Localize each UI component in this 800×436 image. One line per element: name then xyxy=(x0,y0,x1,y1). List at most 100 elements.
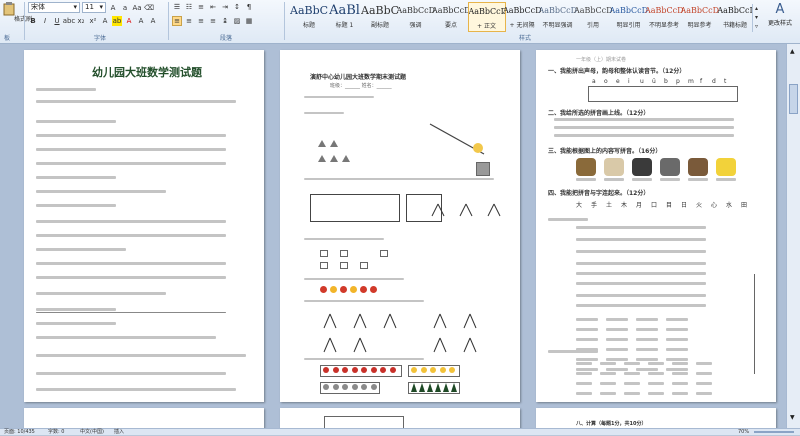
style-5[interactable]: AaBbCcD + 正文 xyxy=(467,2,506,32)
text-line xyxy=(576,226,706,229)
text-line xyxy=(36,88,96,91)
answer-box xyxy=(320,262,328,269)
char-border-icon[interactable]: A xyxy=(148,16,158,26)
text-line xyxy=(648,372,664,375)
vertical-scrollbar[interactable]: ▲ ▼ xyxy=(786,44,800,428)
style-8[interactable]: AaBbCcDc 引用 xyxy=(574,2,612,32)
text-line xyxy=(576,262,706,265)
style-4[interactable]: AaBbCcD 要点 xyxy=(432,2,470,32)
page-3-section-3: 三、我能根据图上的内容写拼音。（16分） xyxy=(548,148,662,155)
clipboard-group-label: 板 xyxy=(3,35,10,42)
decrease-indent-icon[interactable]: ⇤ xyxy=(208,2,218,12)
ball-icon xyxy=(332,384,339,390)
style-11[interactable]: AaBbCcD 明显参考 xyxy=(681,2,719,32)
page-3-header: 一年级（上）期末试卷 xyxy=(576,57,627,63)
highlight-icon[interactable]: ab xyxy=(112,16,122,26)
style-7[interactable]: AaBbCcDc 不明显强调 xyxy=(539,2,577,32)
subscript-icon[interactable]: x₂ xyxy=(76,16,86,26)
grow-font-icon[interactable]: A xyxy=(108,3,118,13)
text-line xyxy=(672,372,688,375)
text-line xyxy=(554,134,734,137)
bullets-icon[interactable]: ☰ xyxy=(172,2,182,12)
char-cell: 木 xyxy=(621,202,628,209)
text-line xyxy=(606,328,628,331)
picture-icon xyxy=(632,158,652,176)
picture-icon xyxy=(660,158,680,176)
letter-cell: t xyxy=(724,78,727,85)
shading-icon[interactable]: ▨ xyxy=(232,16,242,26)
text-effects-icon[interactable]: A xyxy=(100,16,110,26)
style-3[interactable]: AaBbCcD 强调 xyxy=(397,2,435,32)
document-workspace[interactable]: 幼儿园大班数学测试题 演舒中心幼儿园大班数学期末测试题 班级：______ 姓名… xyxy=(0,44,800,428)
style-0[interactable]: AaBbC 标题 xyxy=(290,2,328,32)
style-9[interactable]: AaBbCcDc 明显引用 xyxy=(610,2,648,32)
font-name-select[interactable]: 宋体 ▾ xyxy=(28,2,80,13)
text-line xyxy=(672,382,688,385)
letter-cell: b xyxy=(664,78,668,85)
italic-icon[interactable]: I xyxy=(40,16,50,26)
style-sample: AaBbCcD xyxy=(432,6,470,15)
ribbon: 格式刷 板 宋体 ▾ 11 ▾ A a Aa ⌫ B I U abc x₂ x² A… xyxy=(0,0,800,44)
clear-format-icon[interactable]: ⌫ xyxy=(144,3,154,13)
fruit-icon xyxy=(360,286,367,293)
text-line xyxy=(606,318,628,321)
page-3-section-2: 二、我给所选的拼音画上线。（12分） xyxy=(548,110,650,117)
text-line xyxy=(576,304,706,307)
text-line xyxy=(636,318,658,321)
strike-icon[interactable]: abc xyxy=(63,16,76,26)
char-cell: 大 xyxy=(576,202,583,209)
style-name: 明显引用 xyxy=(616,22,641,29)
text-line xyxy=(696,372,712,375)
underline-icon[interactable]: U xyxy=(52,16,62,26)
text-line xyxy=(304,300,424,302)
style-sample: AaBbCcD xyxy=(680,6,719,15)
increase-indent-icon[interactable]: ⇥ xyxy=(220,2,230,12)
show-marks-icon[interactable]: ¶ xyxy=(244,2,254,12)
scroll-thumb[interactable] xyxy=(789,84,798,114)
align-center-icon[interactable]: ≡ xyxy=(184,16,194,26)
apple-icon xyxy=(361,367,367,373)
style-2[interactable]: AaBbC 副标题 xyxy=(361,2,399,32)
bold-icon[interactable]: B xyxy=(28,16,38,26)
text-line xyxy=(576,250,706,253)
triangle-shape xyxy=(330,140,338,147)
change-styles-button[interactable]: A 更改样式 xyxy=(762,2,798,34)
shrink-font-icon[interactable]: a xyxy=(120,3,130,13)
style-6[interactable]: AaBbCcD + 无间隔 xyxy=(503,2,541,32)
style-name: + 正文 xyxy=(477,23,496,30)
text-line xyxy=(636,368,658,371)
char-cell: 月 xyxy=(636,202,643,209)
scroll-up-icon[interactable]: ▲ xyxy=(790,48,795,55)
text-line xyxy=(304,358,424,360)
text-line xyxy=(304,178,494,180)
line-spacing-icon[interactable]: ↨ xyxy=(220,16,230,26)
numbering-icon[interactable]: ☷ xyxy=(184,2,194,12)
align-right-icon[interactable]: ≡ xyxy=(196,16,206,26)
scroll-down-icon[interactable]: ▼ xyxy=(790,414,795,421)
gallery-scroll[interactable]: ▴ ▾ ▿ xyxy=(752,4,760,32)
ball-icon xyxy=(351,384,358,390)
font-size-select[interactable]: 11 ▾ xyxy=(82,2,106,13)
style-10[interactable]: AaBbCcD 不明显参考 xyxy=(645,2,683,32)
align-left-icon[interactable]: ≡ xyxy=(172,16,182,26)
zoom-slider[interactable] xyxy=(754,431,794,433)
sort-icon[interactable]: ↕ xyxy=(232,2,242,12)
fruit-icon xyxy=(320,286,327,293)
styles-group-label: 样式 xyxy=(518,35,531,42)
superscript-icon[interactable]: x² xyxy=(88,16,98,26)
answer-box xyxy=(380,250,388,257)
borders-icon[interactable]: ▦ xyxy=(244,16,254,26)
multilevel-icon[interactable]: ≡ xyxy=(196,2,206,12)
letter-cell: u xyxy=(640,78,644,85)
font-color-icon[interactable]: A xyxy=(124,16,134,26)
case-icon[interactable]: Aa xyxy=(132,3,142,13)
text-line xyxy=(624,382,640,385)
char-shading-icon[interactable]: A xyxy=(136,16,146,26)
margin-line xyxy=(754,274,755,374)
style-1[interactable]: AaBl 标题 1 xyxy=(326,2,364,32)
justify-icon[interactable]: ≡ xyxy=(208,16,218,26)
letter-cell: e xyxy=(616,78,620,85)
letter-cell: a xyxy=(592,78,596,85)
style-sample: AaBbC xyxy=(290,4,328,17)
style-12[interactable]: AaBbCcI 书籍标题 xyxy=(716,2,754,32)
